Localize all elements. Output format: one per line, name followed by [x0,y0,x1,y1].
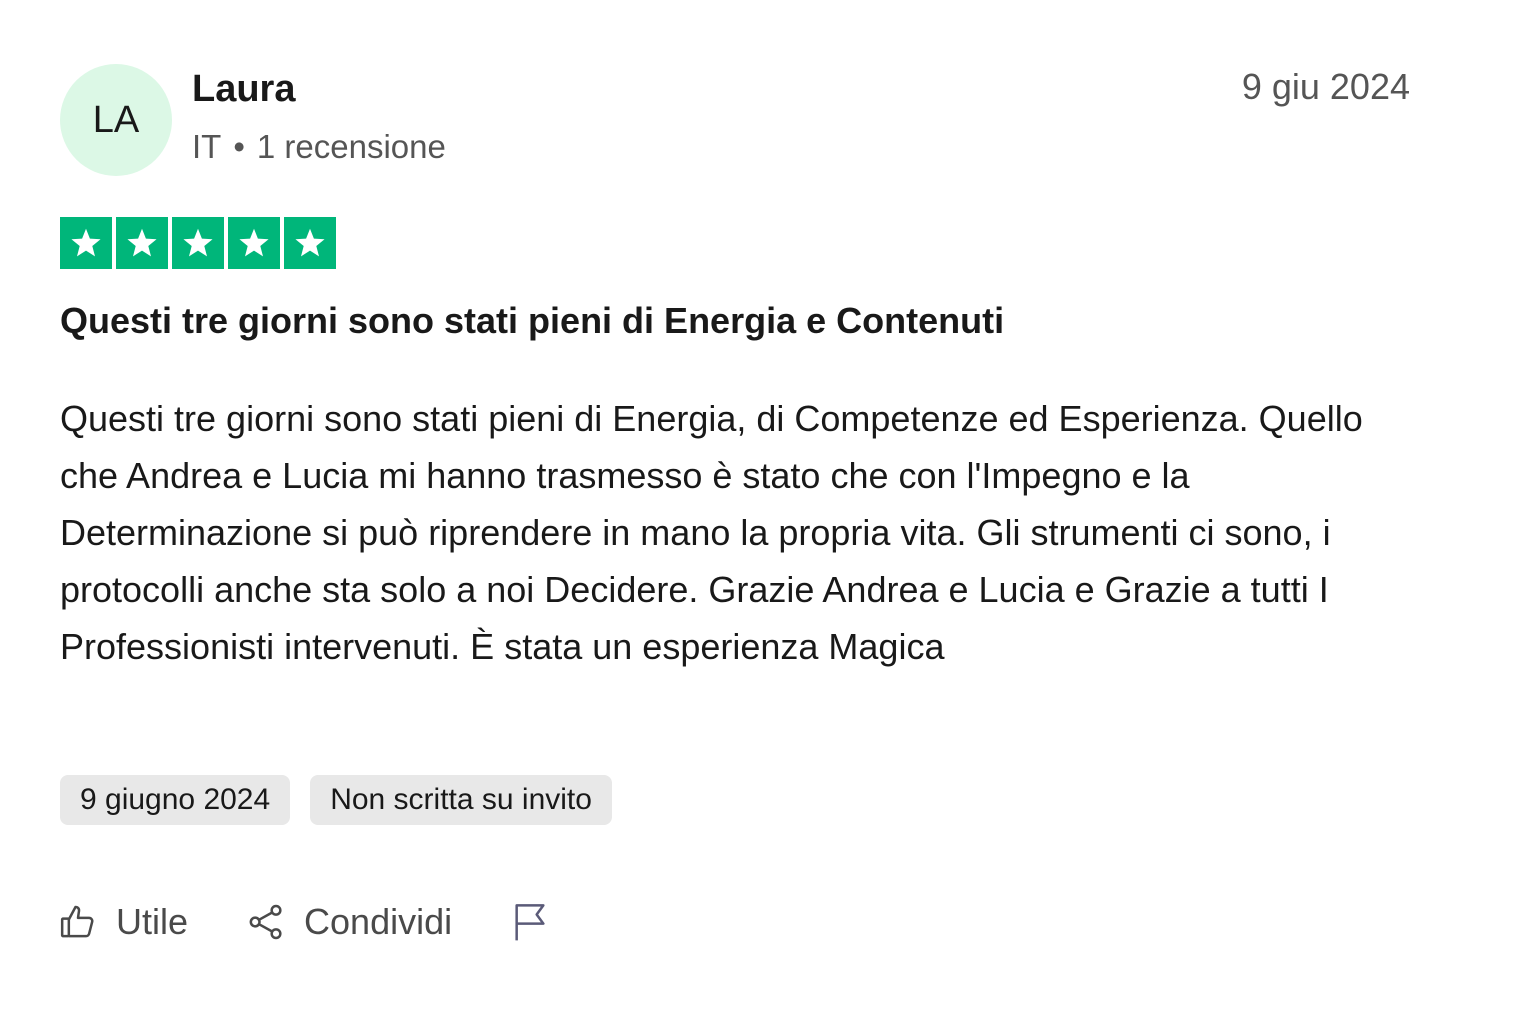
useful-label: Utile [116,901,189,942]
author-meta: IT • 1 recensione [192,128,446,166]
review-body: Questi tre giorni sono stati pieni di En… [60,398,1363,667]
share-button[interactable]: Condividi [246,901,452,943]
experience-date-tag: 9 giugno 2024 [60,775,291,825]
report-button[interactable] [510,900,550,944]
star-icon [228,217,280,269]
review-date: 9 giu 2024 [1241,66,1410,107]
invite-status-tag[interactable]: Non scritta su invito [310,775,612,825]
star-icon [60,217,112,269]
star-rating [60,217,336,269]
review-card: LA Laura IT • 1 recensione 9 giu 2024 Qu… [0,0,1514,1024]
review-actions: Utile Condividi [58,900,550,944]
review-tags: 9 giugno 2024 Non scritta su invito [60,775,612,825]
star-icon [172,217,224,269]
avatar[interactable]: LA [60,64,172,176]
author-name[interactable]: Laura [192,68,295,111]
share-label: Condividi [304,901,453,942]
thumbs-up-icon [58,902,98,942]
star-icon [284,217,336,269]
author-country: IT [192,128,222,165]
meta-separator: • [233,128,245,165]
author-review-count: 1 recensione [256,128,446,165]
share-icon [246,902,286,942]
flag-icon [510,900,550,944]
avatar-initials: LA [92,98,140,141]
review-title[interactable]: Questi tre giorni sono stati pieni di En… [60,300,1004,342]
useful-button[interactable]: Utile [58,901,188,943]
star-icon [116,217,168,269]
